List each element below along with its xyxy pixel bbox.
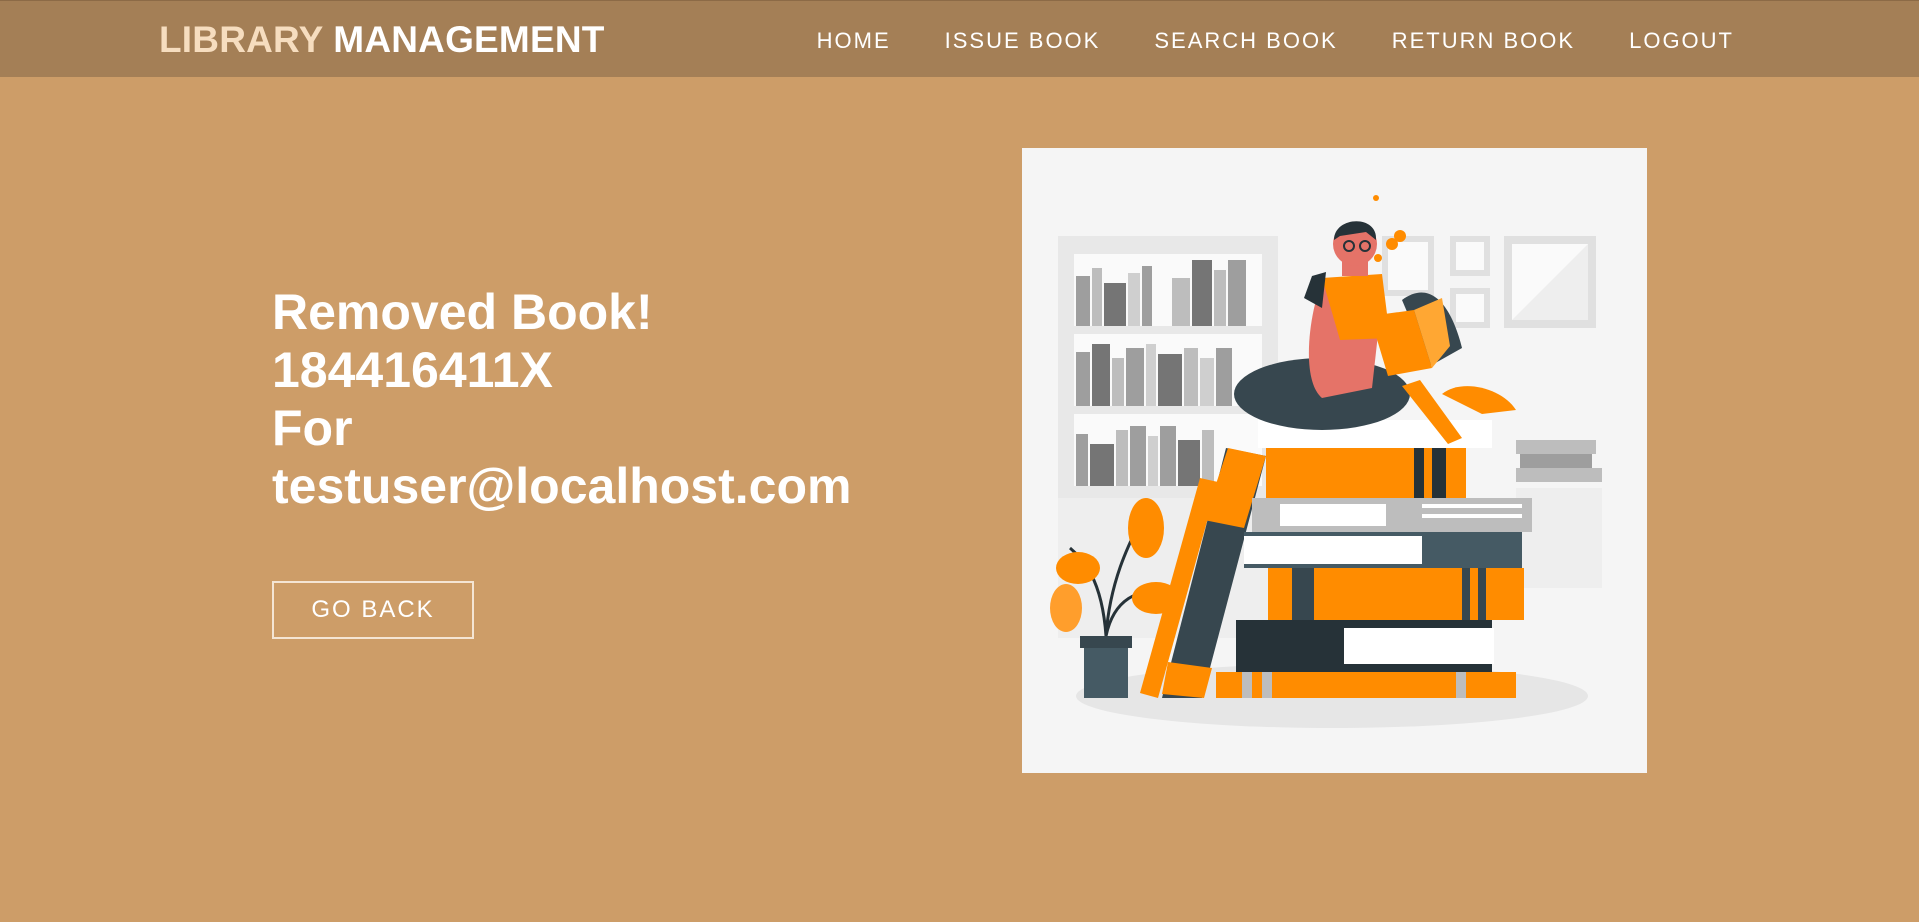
nav-return-book-link[interactable]: RETURN BOOK: [1392, 28, 1575, 54]
brand-text-library: LIBRARY: [159, 19, 323, 60]
message-line-removed: Removed Book!: [272, 284, 653, 340]
nav-search-book-link[interactable]: SEARCH BOOK: [1154, 28, 1337, 54]
top-navbar: LIBRARY MANAGEMENT HOME ISSUE BOOK SEARC…: [0, 0, 1919, 77]
message-line-isbn: 184416411X: [272, 342, 553, 398]
result-message: Removed Book! 184416411X For testuser@lo…: [272, 283, 851, 515]
reading-illustration-icon: [1050, 195, 1602, 728]
main-nav: HOME ISSUE BOOK SEARCH BOOK RETURN BOOK …: [817, 28, 1734, 54]
nav-logout-link[interactable]: LOGOUT: [1629, 28, 1734, 54]
reading-person-illustration: [1022, 148, 1647, 773]
brand-logo[interactable]: LIBRARY MANAGEMENT: [159, 19, 605, 61]
message-line-for: For: [272, 400, 353, 456]
nav-home-link[interactable]: HOME: [817, 28, 891, 54]
brand-text-management: MANAGEMENT: [333, 19, 605, 60]
go-back-button[interactable]: GO BACK: [272, 581, 474, 639]
nav-issue-book-link[interactable]: ISSUE BOOK: [945, 28, 1101, 54]
message-line-email: testuser@localhost.com: [272, 458, 852, 514]
